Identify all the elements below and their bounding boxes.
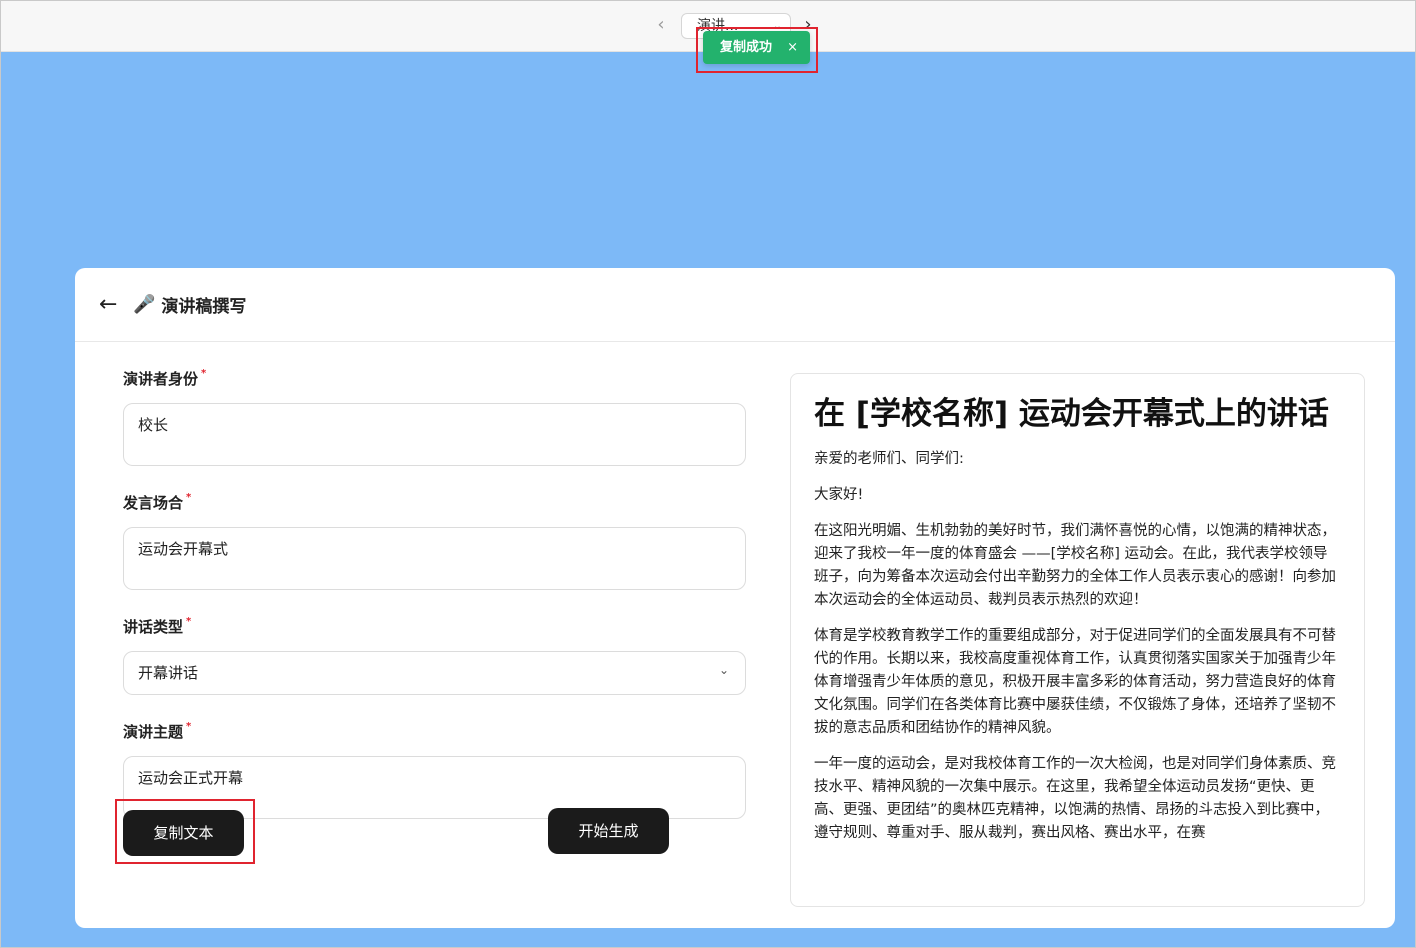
speech-type-label-text: 讲话类型 <box>123 618 184 636</box>
occasion-input[interactable]: 运动会开幕式 <box>123 527 746 590</box>
topic-label: 演讲主题 * <box>123 721 746 743</box>
speech-preview: 在 [学校名称] 运动会开幕式上的讲话 亲爱的老师们、同学们: 大家好! 在这阳… <box>790 373 1365 907</box>
preview-paragraph: 大家好! <box>814 487 864 503</box>
speaker-label: 演讲者身份 * <box>123 368 746 390</box>
chevron-left-icon[interactable]: ‹ <box>651 13 671 37</box>
occasion-label: 发言场合 * <box>123 492 746 514</box>
required-mark: * <box>186 616 192 627</box>
microphone-icon: 🎤 <box>133 294 156 315</box>
occasion-label-text: 发言场合 <box>123 494 184 512</box>
copy-button-highlight <box>115 799 255 864</box>
toast-highlight <box>696 27 818 73</box>
speech-form: 演讲者身份 * 校长 发言场合 * 运动会开幕式 讲话类型 * 开幕讲话 ⌄ 演讲主题… <box>123 368 746 819</box>
preview-paragraph: 亲爱的老师们、同学们: <box>814 451 964 467</box>
preview-paragraph: 一年一度的运动会，是对我校体育工作的一次大检阅，也是对同学们身体素质、竞技水平、… <box>814 756 1336 841</box>
required-mark: * <box>186 721 192 732</box>
speaker-label-text: 演讲者身份 <box>123 370 199 388</box>
speech-type-select[interactable]: 开幕讲话 ⌄ <box>123 651 746 695</box>
card-header: ← 🎤 演讲稿撰写 <box>75 268 1395 342</box>
speech-writer-card: ← 🎤 演讲稿撰写 演讲者身份 * 校长 发言场合 * 运动会开幕式 讲话类型 * 开… <box>75 268 1395 928</box>
required-mark: * <box>186 492 192 503</box>
speech-type-label: 讲话类型 * <box>123 616 746 638</box>
chevron-down-icon: ⌄ <box>718 663 729 677</box>
preview-title: 在 [学校名称] 运动会开幕式上的讲话 <box>814 396 1329 432</box>
speech-type-value: 开幕讲话 <box>138 664 199 682</box>
required-mark: * <box>201 368 207 379</box>
generate-button[interactable]: 开始生成 <box>548 808 669 854</box>
preview-paragraph: 在这阳光明媚、生机勃勃的美好时节，我们满怀喜悦的心情，以饱满的精神状态，迎来了我… <box>814 523 1336 608</box>
arrow-left-icon[interactable]: ← <box>99 292 125 317</box>
preview-paragraph: 体育是学校教育教学工作的重要组成部分，对于促进同学们的全面发展具有不可替代的作用… <box>814 628 1336 736</box>
page-title: 演讲稿撰写 <box>161 297 247 317</box>
topic-label-text: 演讲主题 <box>123 723 184 741</box>
speaker-input[interactable]: 校长 <box>123 403 746 466</box>
